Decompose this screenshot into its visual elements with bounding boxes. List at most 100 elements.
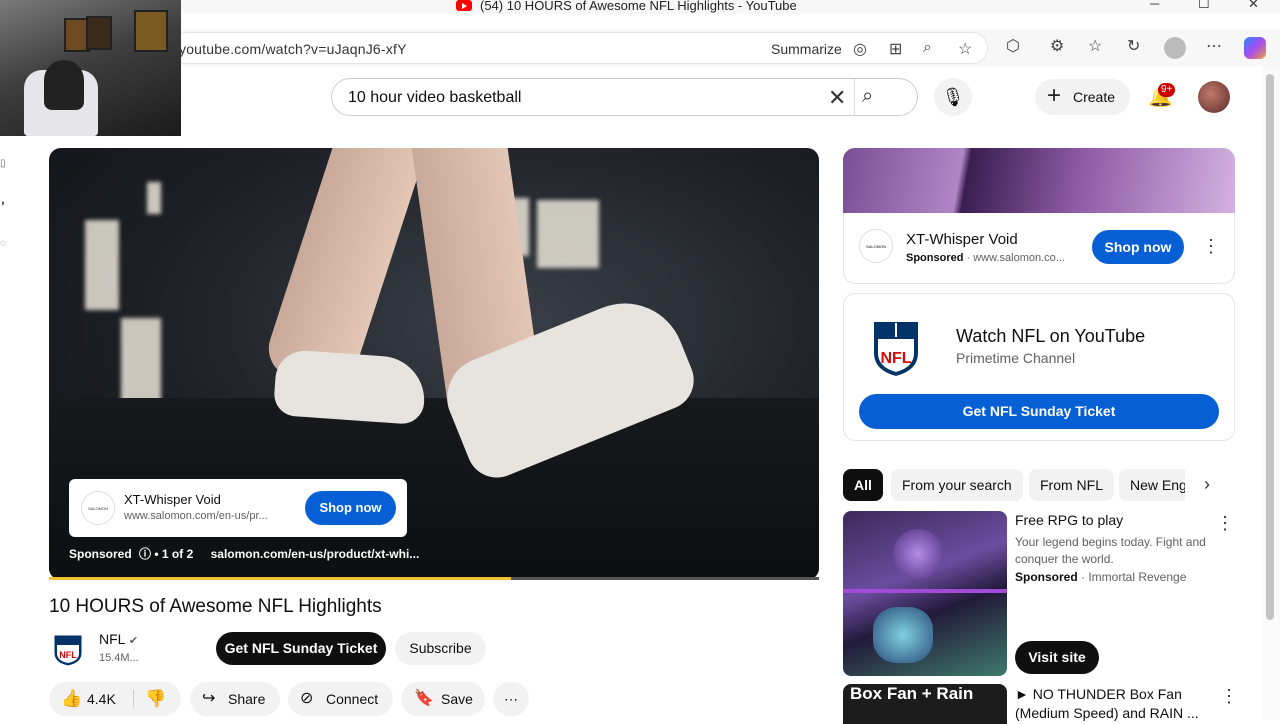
nfl-logo: NFL	[872, 320, 920, 379]
background-window-light	[537, 200, 599, 268]
nfl-channel-logo[interactable]: NFL	[52, 631, 84, 667]
search-divider	[854, 79, 855, 115]
window-title: (54) 10 HOURS of Awesome NFL Highlights …	[456, 0, 797, 13]
ad-banner-image[interactable]	[843, 148, 1235, 213]
more-actions-button[interactable]: ⋯	[493, 682, 529, 716]
rail-icon[interactable]: ◗	[0, 198, 6, 209]
nfl-sunday-ticket-button[interactable]: Get NFL Sunday Ticket	[859, 394, 1219, 429]
performance-icon[interactable]: ⚙	[1050, 36, 1064, 56]
rec-ad-title[interactable]: Free RPG to play	[1015, 512, 1123, 528]
save-button[interactable]: 🔖 Save	[401, 682, 485, 716]
divider	[133, 690, 134, 708]
address-bar[interactable]: youtube.com/watch?v=uJaqnJ6-xfY Summariz…	[170, 32, 988, 64]
summarize-button[interactable]: Summarize	[771, 41, 842, 57]
close-window-button[interactable]: ✕	[1248, 0, 1259, 12]
copilot-icon[interactable]	[1244, 37, 1266, 59]
ad-url[interactable]: www.salomon.com/en-us/pr...	[124, 510, 268, 522]
left-rail: ▯ ◗ ◌	[0, 140, 14, 300]
promo-shop-now-button[interactable]: Shop now	[1092, 230, 1184, 264]
rail-icon[interactable]: ▯	[0, 158, 6, 169]
ad-overlay-card[interactable]: SALOMON XT-Whisper Void www.salomon.com/…	[69, 479, 407, 537]
sponsored-label: Sponsored	[906, 252, 964, 264]
profile-icon[interactable]	[1164, 37, 1186, 59]
scrollbar-thumb[interactable]	[1266, 74, 1274, 620]
zoom-icon[interactable]: ⌕	[923, 39, 932, 57]
url-text[interactable]: youtube.com/watch?v=uJaqnJ6-xfY	[179, 41, 407, 57]
advertiser-name: · Immortal Revenge	[1077, 570, 1187, 584]
clear-search-icon[interactable]: ✕	[828, 85, 846, 111]
chip-from-nfl[interactable]: From NFL	[1029, 469, 1114, 501]
rec-ad-meta: Sponsored · Immortal Revenge	[1015, 570, 1186, 584]
share-label: Share	[228, 691, 266, 707]
ad-link[interactable]: salomon.com/en-us/product/xt-whi...	[211, 547, 420, 561]
promo-menu-icon[interactable]: ⋮	[1202, 237, 1220, 255]
history-icon[interactable]: ↻	[1127, 36, 1140, 56]
rec-ad-thumbnail[interactable]	[843, 511, 1007, 676]
promo-url: · www.salomon.co...	[963, 252, 1065, 264]
search-input[interactable]: 10 hour video basketball	[348, 89, 521, 107]
poster-image	[86, 16, 112, 50]
share-button[interactable]: ↪ Share	[190, 682, 280, 716]
ad-title[interactable]: XT-Whisper Void	[124, 492, 221, 507]
summarize-icon[interactable]: ◎	[853, 39, 867, 59]
account-avatar[interactable]	[1198, 81, 1230, 113]
chip-all[interactable]: All	[843, 469, 883, 501]
rail-icon[interactable]: ◌	[0, 238, 6, 249]
microphone-icon[interactable]: 🎙	[934, 78, 972, 116]
favorites-icon[interactable]: ☆	[1088, 36, 1102, 56]
game-character-figure	[893, 529, 943, 579]
chip-from-your-search[interactable]: From your search	[891, 469, 1023, 501]
ad-count: • 1 of 2	[154, 547, 194, 561]
rec-video-menu-icon[interactable]: ⋮	[1220, 687, 1238, 705]
search-box[interactable]: 10 hour video basketball ✕ ⌕	[331, 78, 918, 116]
split-screen-icon[interactable]: ⊞	[889, 39, 902, 59]
video-progress-bar[interactable]	[49, 577, 819, 580]
rec-video-title[interactable]: ► NO THUNDER Box Fan (Medium Speed) and …	[1015, 685, 1205, 723]
running-shoe	[272, 348, 428, 426]
share-icon: ↪	[202, 690, 216, 707]
salomon-logo: SALOMON	[859, 229, 893, 263]
get-nfl-sunday-ticket-button[interactable]: Get NFL Sunday Ticket	[216, 632, 386, 665]
rec-video-thumbnail[interactable]: Box Fan + Rain	[843, 684, 1007, 724]
window-title-text: (54) 10 HOURS of Awesome NFL Highlights …	[480, 0, 797, 13]
extensions-icon[interactable]: ⬡	[1006, 36, 1020, 56]
info-icon[interactable]: ⓘ	[139, 547, 151, 561]
minimize-button[interactable]: ─	[1150, 0, 1159, 11]
like-count[interactable]: 4.4K	[87, 682, 116, 716]
search-icon[interactable]: ⌕	[862, 85, 873, 108]
like-dislike-group: 👍 4.4K 👎	[49, 682, 181, 716]
promo-title[interactable]: XT-Whisper Void	[906, 231, 1018, 248]
rec-ad-description: Your legend begins today. Fight and conq…	[1015, 535, 1206, 566]
more-menu-icon[interactable]: ⋯	[1206, 36, 1222, 56]
like-icon[interactable]: 👍	[61, 682, 82, 716]
channel-name[interactable]: NFL ✔	[99, 631, 138, 647]
channel-name-text[interactable]: NFL	[99, 631, 125, 647]
svg-text:NFL: NFL	[59, 650, 77, 660]
chip-new-eng[interactable]: New Eng	[1119, 469, 1185, 501]
favorite-star-icon[interactable]: ☆	[958, 39, 972, 59]
more-icon: ⋯	[504, 691, 518, 707]
subscribe-button[interactable]: Subscribe	[395, 632, 486, 665]
connect-button[interactable]: ⊘ Connect	[288, 682, 393, 716]
notification-badge: 9+	[1158, 83, 1176, 97]
save-label: Save	[441, 691, 473, 707]
background-window-light	[147, 182, 161, 214]
subscriber-count: 15.4M...	[99, 652, 139, 664]
nfl-card-title: Watch NFL on YouTube	[956, 326, 1146, 346]
salomon-logo: SALOMON	[81, 491, 115, 525]
create-button[interactable]: Create	[1035, 78, 1130, 115]
ad-sponsored-line: Sponsored ⓘ • 1 of 2 salomon.com/en-us/p…	[69, 545, 419, 562]
dislike-icon[interactable]: 👎	[145, 682, 166, 716]
game-character-figure	[873, 607, 933, 663]
maximize-button[interactable]: ☐	[1198, 0, 1210, 12]
sponsored-label: Sponsored	[1015, 570, 1078, 584]
progress-fill	[49, 577, 511, 580]
youtube-favicon-icon	[456, 0, 472, 11]
rec-ad-menu-icon[interactable]: ⋮	[1216, 514, 1234, 532]
chevron-right-icon[interactable]: ›	[1204, 474, 1210, 495]
visit-site-button[interactable]: Visit site	[1015, 641, 1099, 674]
ad-shop-now-button[interactable]: Shop now	[305, 491, 396, 525]
verified-icon: ✔	[128, 635, 139, 647]
webcam-overlay	[0, 0, 181, 136]
sponsored-label: Sponsored	[69, 547, 132, 561]
